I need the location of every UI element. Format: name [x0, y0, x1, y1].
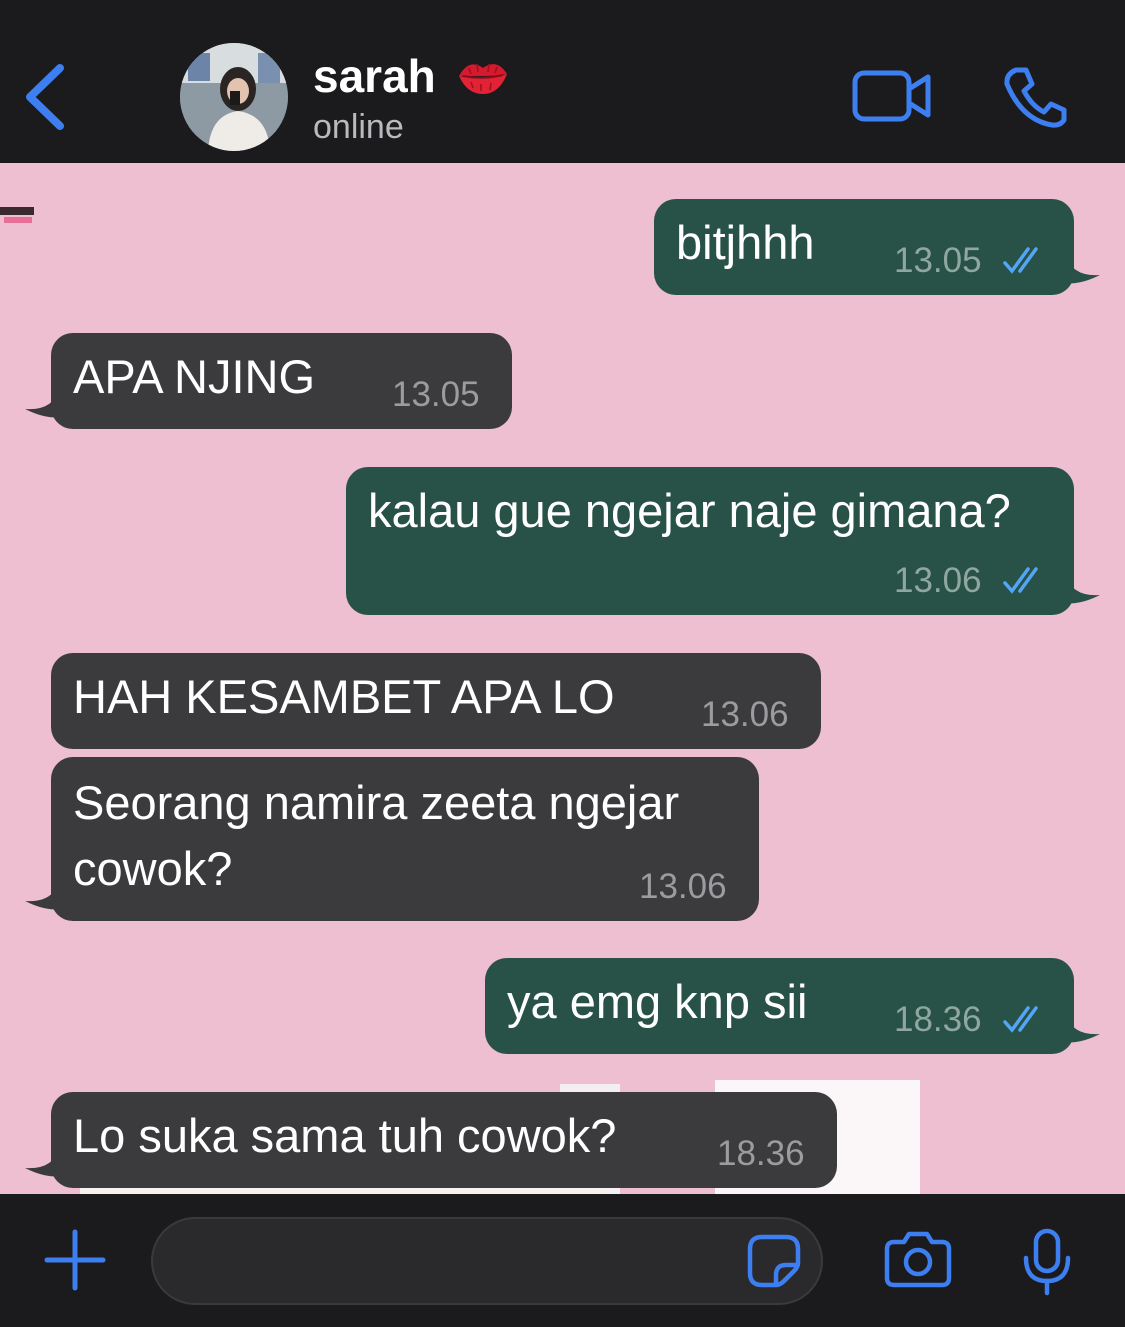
message-input[interactable] [151, 1217, 823, 1305]
message-time: 18.36 [894, 1000, 982, 1039]
avatar[interactable] [180, 43, 288, 151]
chevron-left-icon[interactable] [20, 62, 70, 132]
message-incoming[interactable]: APA NJING 13.05 [51, 333, 512, 429]
message-time: 18.36 [717, 1134, 805, 1173]
online-status: online [313, 108, 404, 146]
message-text-line2: cowok? [73, 842, 233, 895]
bubble-tail [1066, 1014, 1100, 1043]
message-text: HAH KESAMBET APA LO [73, 670, 615, 723]
message-time: 13.05 [392, 375, 480, 414]
message-text: Lo suka sama tuh cowok? [73, 1109, 617, 1162]
message-incoming[interactable]: Lo suka sama tuh cowok? 18.36 [51, 1092, 837, 1188]
bubble-tail [25, 1148, 59, 1177]
message-text: APA NJING [73, 350, 316, 403]
sticker-icon[interactable] [746, 1233, 802, 1289]
message-incoming[interactable]: HAH KESAMBET APA LO 13.06 [51, 653, 821, 749]
read-receipt-icon [1003, 1006, 1038, 1033]
read-receipt-icon [1003, 567, 1038, 594]
message-input-field[interactable] [183, 1219, 747, 1305]
chat-area[interactable]: bitjhhh 13.05 APA NJING 13.05 kalau gue … [0, 163, 1125, 1194]
message-time: 13.06 [894, 561, 982, 600]
kiss-mark-icon [459, 63, 507, 94]
wallpaper-sticker [0, 207, 34, 223]
message-text: kalau gue ngejar naje gimana? [368, 484, 1011, 537]
camera-icon[interactable] [884, 1230, 952, 1288]
message-text: bitjhhh [676, 216, 815, 269]
bubble-tail [25, 881, 59, 910]
message-outgoing[interactable]: bitjhhh 13.05 [654, 199, 1074, 295]
bubble-tail [1066, 575, 1100, 604]
message-text: ya emg knp sii [507, 975, 808, 1028]
bubble-tail [25, 389, 59, 418]
message-incoming[interactable]: Seorang namira zeeta ngejar cowok? 13.06 [51, 757, 759, 921]
contact-name[interactable]: sarah [313, 48, 436, 104]
chat-header: sarah online [0, 0, 1125, 163]
microphone-icon[interactable] [1022, 1228, 1072, 1296]
message-time: 13.05 [894, 241, 982, 280]
message-text: Seorang namira zeeta ngejar [73, 776, 680, 829]
message-time: 13.06 [701, 695, 789, 734]
plus-icon[interactable] [44, 1229, 106, 1291]
read-receipt-icon [1003, 247, 1038, 274]
message-outgoing[interactable]: ya emg knp sii 18.36 [485, 958, 1074, 1054]
message-time: 13.06 [639, 867, 727, 906]
video-camera-icon[interactable] [852, 69, 932, 123]
message-outgoing[interactable]: kalau gue ngejar naje gimana? 13.06 [346, 467, 1074, 615]
phone-icon[interactable] [1002, 66, 1068, 128]
bubble-tail [1066, 255, 1100, 284]
